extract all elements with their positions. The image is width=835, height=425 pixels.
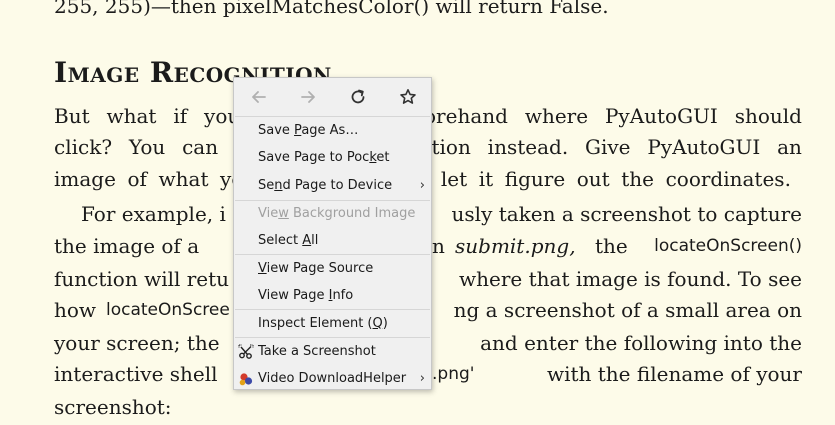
word: click? [54,135,113,159]
text-fragment: ng a screenshot of a small area on [453,298,802,322]
word: PyAutoGUI [604,104,718,128]
menu-item-label: nfo [332,288,354,303]
menu-separator [235,309,430,310]
menu-separator [235,200,430,201]
menu-item-label: et [376,150,390,165]
code-text: locateOnScreen() [654,236,802,256]
context-menu: Save Page As… Save Page to Pocket Send P… [233,77,432,390]
text-fragment: the image of a [54,234,200,258]
submenu-arrow-icon: › [419,178,425,193]
word: You [128,135,166,159]
text-fragment: with the filename of your [546,362,802,386]
submenu-arrow-icon: › [419,371,425,386]
word: figure [504,167,566,191]
word: if [173,104,188,128]
word: an [777,135,802,159]
text-line-10: screenshot: [54,391,802,423]
menu-item-label: Inspect Element ( [258,316,373,331]
menu-item-label: ) [382,316,388,331]
text-fragment: n [432,234,445,258]
word: where [524,104,589,128]
menu-item-label: Video DownloadHelper [258,371,407,386]
arrow-left-icon [252,91,266,103]
access-key: A [302,233,312,248]
text-fragment: and enter the following into the [480,331,802,355]
word: it [478,167,494,191]
arrow-right-icon [301,91,315,103]
menu-separator [235,337,430,338]
scissors-screenshot-icon [238,344,254,359]
text-fragment: the [595,234,628,258]
text-fragment: your screen; the [54,331,220,355]
word: orehand [424,104,508,128]
word: image [54,167,116,191]
menu-item-view-background-image: View Background Image [234,202,431,226]
menu-item-label: View Page [258,288,329,303]
menu-item-view-page-info[interactable]: View Page Info [234,284,431,308]
word: the [621,167,655,191]
text-line-0: 255, 255)—then pixelMatchesColor() will … [54,0,802,22]
menu-item-save-page-as[interactable]: Save Page As… [234,119,431,143]
word: let [440,167,468,191]
access-key: V [258,261,267,276]
menu-item-label: Select [258,233,303,248]
reload-button[interactable] [345,84,371,110]
text-fragment: function will retu [54,267,230,291]
filename-text: submit.png, [455,234,576,258]
menu-item-label: Save [258,123,295,138]
text-fragment: 255, 255)—then pixelMatchesColor() will … [54,0,609,18]
text-fragment: where that image is found. To see [459,267,802,291]
text-fragment: usly taken a screenshot to capture [451,202,802,226]
word: should [734,104,802,128]
menu-item-take-screenshot[interactable]: Take a Screenshot [234,340,431,364]
code-text: .png' [432,364,475,384]
word: can [182,135,219,159]
word: tion [431,135,471,159]
menu-item-send-page-to-device[interactable]: Send Page to Device › [234,174,431,198]
menu-item-save-to-pocket[interactable]: Save Page to Pocket [234,146,431,170]
menu-item-label: ll [311,233,319,248]
back-button[interactable] [246,84,272,110]
menu-item-label: Take a Screenshot [258,344,376,359]
menu-item-view-page-source[interactable]: View Page Source [234,257,431,281]
reload-icon [351,89,365,104]
forward-button[interactable] [295,84,321,110]
text-fragment: interactive shell [54,362,218,386]
menu-item-video-downloadhelper[interactable]: Video DownloadHelper › [234,367,431,391]
word: But [54,104,90,128]
word: PyAutoGUI [647,135,761,159]
menu-item-label: Se [258,178,275,193]
menu-separator [235,116,430,117]
access-key: w [278,206,289,221]
star-icon [400,89,416,104]
menu-item-label: Save Page to Poc [258,150,370,165]
menu-item-select-all[interactable]: Select All [234,229,431,253]
bookmark-button[interactable] [395,84,421,110]
menu-item-label: d Page to Device [282,178,393,193]
menu-item-label: iew Page Source [266,261,374,276]
text-fragment: For example, i [81,202,226,226]
menu-item-label: Vie [258,206,279,221]
menu-item-inspect-element[interactable]: Inspect Element (Q) [234,312,431,336]
word: Give [585,135,631,159]
code-text: locateOnScree [106,300,230,320]
menu-item-label: age As… [301,123,359,138]
word: of [127,167,147,191]
word: what [158,167,209,191]
access-key: Q [372,316,383,331]
word: out [576,167,610,191]
text-fragment: screenshot: [54,395,172,419]
video-downloadhelper-icon [239,373,253,386]
text-fragment: how [54,298,97,322]
access-key: n [274,178,283,193]
menu-item-label: Background Image [288,206,416,221]
menu-separator [235,254,430,255]
context-menu-nav-row [234,78,431,115]
word: coordinates. [665,167,791,191]
word: what [106,104,157,128]
word: instead. [487,135,569,159]
